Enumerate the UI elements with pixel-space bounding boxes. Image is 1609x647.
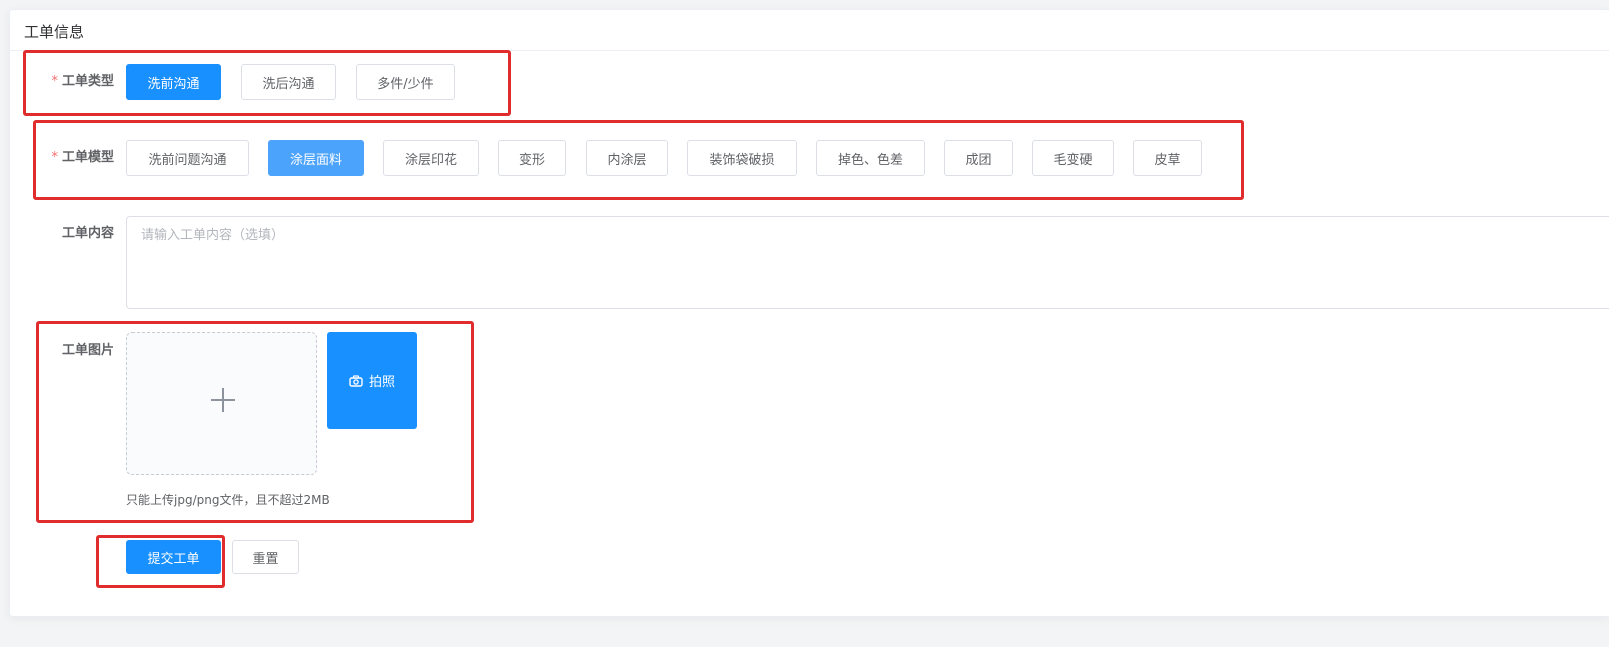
model-label: * 工单模型: [51, 150, 114, 165]
take-photo-button[interactable]: 拍照: [327, 332, 417, 429]
submit-button[interactable]: 提交工单: [126, 540, 221, 574]
model-option-pre-wash-issue[interactable]: 洗前问题沟通: [126, 140, 249, 176]
image-upload-box[interactable]: [126, 332, 317, 475]
model-option-fur[interactable]: 皮草: [1133, 140, 1202, 176]
plus-icon: [211, 388, 235, 412]
type-option-pre-wash[interactable]: 洗前沟通: [126, 64, 221, 100]
model-option-clumping[interactable]: 成团: [944, 140, 1013, 176]
model-option-decor-bag-damage[interactable]: 装饰袋破损: [687, 140, 797, 176]
reset-button[interactable]: 重置: [232, 540, 299, 574]
required-mark: *: [51, 74, 58, 89]
camera-icon: [349, 374, 363, 387]
type-option-post-wash[interactable]: 洗后沟通: [241, 64, 336, 100]
model-option-fading[interactable]: 掉色、色差: [816, 140, 925, 176]
type-option-quantity[interactable]: 多件/少件: [356, 64, 455, 100]
content-textarea[interactable]: [126, 216, 1609, 309]
work-order-card: 工单信息: [9, 9, 1609, 617]
take-photo-label: 拍照: [368, 375, 395, 390]
required-mark: *: [51, 150, 58, 165]
model-option-coated-print[interactable]: 涂层印花: [383, 140, 479, 176]
upload-hint: 只能上传jpg/png文件，且不超过2MB: [126, 493, 330, 507]
model-option-coated-fabric[interactable]: 涂层面料: [268, 140, 364, 176]
images-label: 工单图片: [61, 343, 114, 358]
model-option-deformation[interactable]: 变形: [498, 140, 566, 176]
card-header: 工单信息: [10, 10, 1609, 51]
type-label: * 工单类型: [51, 74, 114, 89]
model-option-hair-hardening[interactable]: 毛变硬: [1032, 140, 1114, 176]
model-option-inner-coating[interactable]: 内涂层: [586, 140, 668, 176]
content-label: 工单内容: [61, 226, 114, 241]
card-title: 工单信息: [24, 23, 85, 41]
